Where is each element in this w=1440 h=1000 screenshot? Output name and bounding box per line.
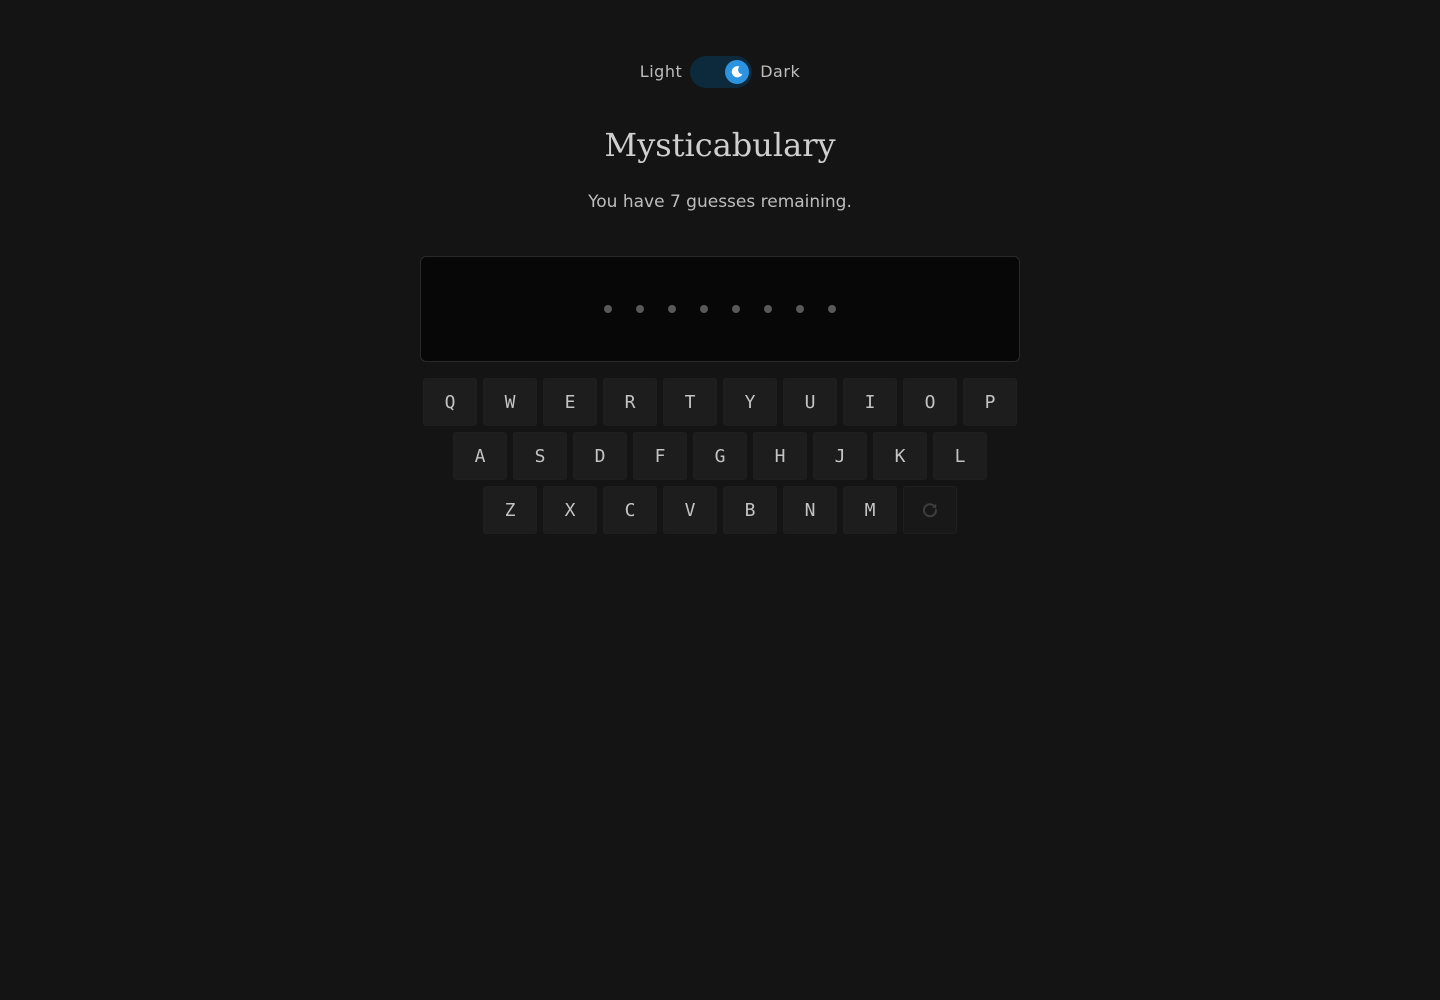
key-s[interactable]: S [513,432,567,480]
key-o[interactable]: O [903,378,957,426]
key-z[interactable]: Z [483,486,537,534]
key-d[interactable]: D [573,432,627,480]
keyboard-row: ZXCVBNM [0,486,1440,534]
letter-slot [668,305,676,313]
key-a[interactable]: A [453,432,507,480]
key-r[interactable]: R [603,378,657,426]
key-y[interactable]: Y [723,378,777,426]
letter-slot [828,305,836,313]
key-c[interactable]: C [603,486,657,534]
refresh-icon [923,503,938,518]
letter-slot [700,305,708,313]
key-v[interactable]: V [663,486,717,534]
key-h[interactable]: H [753,432,807,480]
key-j[interactable]: J [813,432,867,480]
key-b[interactable]: B [723,486,777,534]
keyboard-row: QWERTYUIOP [0,378,1440,426]
key-p[interactable]: P [963,378,1017,426]
key-w[interactable]: W [483,378,537,426]
reset-button[interactable] [903,486,957,534]
letter-slot [764,305,772,313]
keyboard: QWERTYUIOP ASDFGHJKL ZXCVBNM [0,378,1440,540]
moon-icon [731,66,743,78]
light-label: Light [639,62,683,81]
key-x[interactable]: X [543,486,597,534]
key-i[interactable]: I [843,378,897,426]
key-f[interactable]: F [633,432,687,480]
key-u[interactable]: U [783,378,837,426]
key-q[interactable]: Q [423,378,477,426]
key-e[interactable]: E [543,378,597,426]
theme-switch[interactable] [690,56,753,88]
dark-label: Dark [760,62,801,81]
theme-toggle: Light Dark [0,56,1440,88]
word-display [420,256,1020,362]
key-l[interactable]: L [933,432,987,480]
letter-slot [636,305,644,313]
page-title: Mysticabulary [604,126,836,164]
key-k[interactable]: K [873,432,927,480]
keyboard-row: ASDFGHJKL [0,432,1440,480]
key-n[interactable]: N [783,486,837,534]
letter-slot [604,305,612,313]
key-t[interactable]: T [663,378,717,426]
toggle-knob [725,60,750,84]
key-m[interactable]: M [843,486,897,534]
guesses-status: You have 7 guesses remaining. [588,192,852,212]
letter-slot [796,305,804,313]
letter-slot [732,305,740,313]
key-g[interactable]: G [693,432,747,480]
